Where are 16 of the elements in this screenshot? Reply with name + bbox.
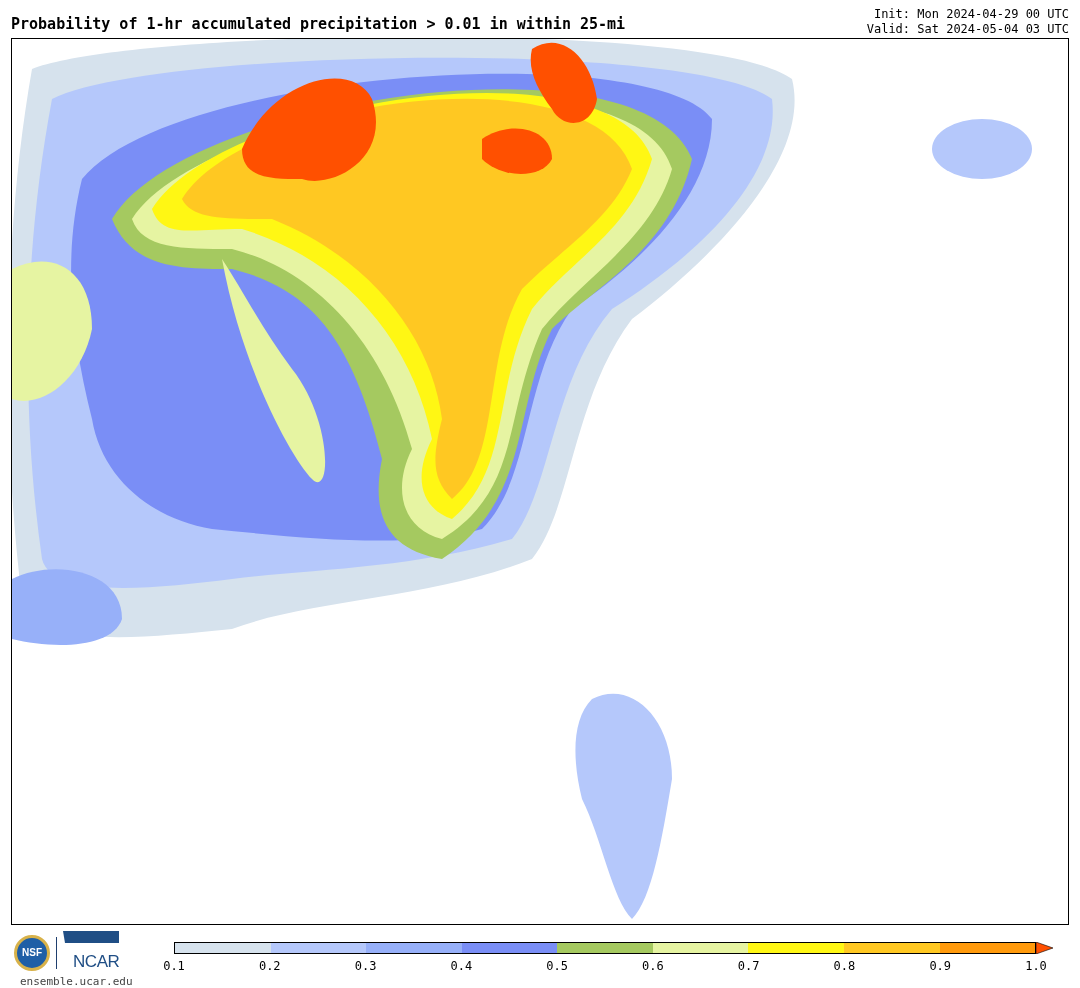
tick-label: 0.4 xyxy=(450,959,473,973)
tick-label: 0.8 xyxy=(833,959,856,973)
tick-label: 0.7 xyxy=(737,959,760,973)
nsf-logo: NSF xyxy=(14,934,50,971)
init-time: Init: Mon 2024-04-29 00 UTC xyxy=(873,7,1069,22)
website-url: ensemble.ucar.edu xyxy=(19,974,133,988)
valid-time: Valid: Sat 2024-05-04 03 UTC xyxy=(866,22,1069,37)
tick-label: 0.5 xyxy=(546,959,568,973)
tick-label: 1.0 xyxy=(1025,959,1047,973)
chart-title: Probability of 1-hr accumulated precipitation > 0.01 in within 25-mi xyxy=(11,13,626,35)
tick-label: 0.6 xyxy=(642,959,664,973)
tick-label: 0.1 xyxy=(163,959,185,973)
tick-label: 0.3 xyxy=(354,959,377,973)
ncar-logo: NCAR xyxy=(63,931,120,975)
tick-label: 0.2 xyxy=(258,959,281,973)
tick-label: 0.9 xyxy=(929,959,952,973)
